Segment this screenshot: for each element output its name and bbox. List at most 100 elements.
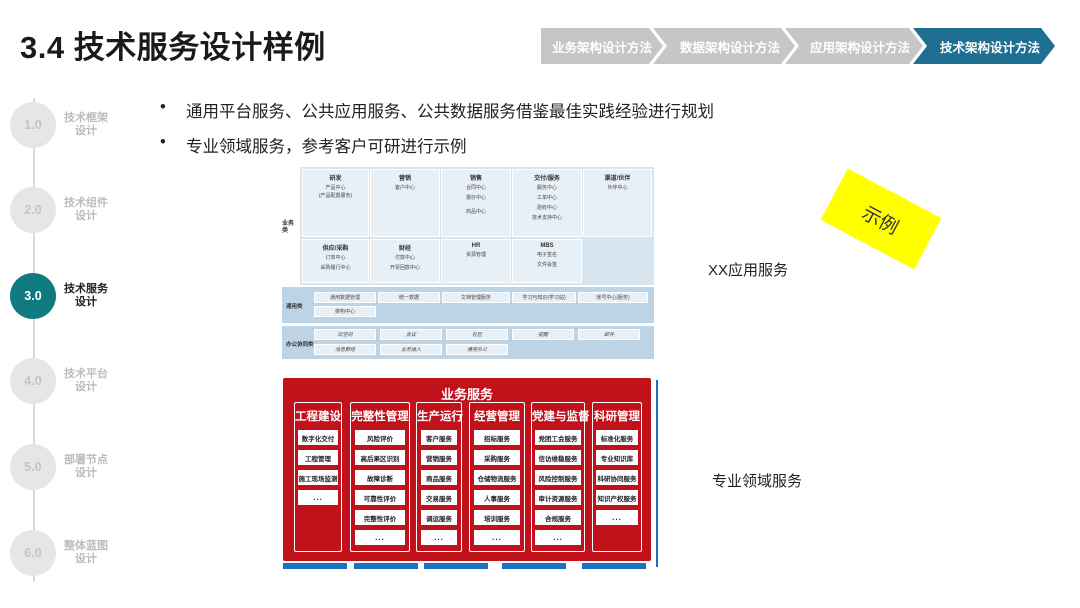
band-item: 消息群组 (314, 344, 376, 355)
service-item[interactable]: 人事服务 (474, 490, 520, 505)
biz-block: 销售 合同中心 报价中心 商品中心 (441, 169, 511, 237)
service-item[interactable]: 交易服务 (421, 490, 457, 505)
step-1[interactable]: 1.0 技术框架设计 (10, 102, 120, 148)
business-services-panel: 业务服务 工程建设 数字化交付 工程管理 施工现场监测 ... 完整性管理 风险… (283, 378, 651, 561)
service-item[interactable]: 招标服务 (474, 430, 520, 445)
service-item[interactable]: 采购服务 (474, 450, 520, 465)
example-sticky-note: 示例 (820, 168, 942, 270)
general-band: 通用类 通用数据管理 统一数据 文档管理服务 学习与知识(学习站) 账号中心(服… (282, 287, 654, 323)
band-item: 会议 (380, 329, 442, 340)
service-item[interactable]: 知识产权服务 (596, 490, 638, 505)
service-item[interactable]: 商品服务 (421, 470, 457, 485)
service-item[interactable]: 客户服务 (421, 430, 457, 445)
service-item[interactable]: 可靠性评价 (355, 490, 405, 505)
step-5[interactable]: 5.0 部署节点设计 (10, 444, 120, 490)
service-item[interactable]: 培训服务 (474, 510, 520, 525)
biz-block: 渠道/伙伴 伙伴中心 (583, 169, 652, 237)
biz-block-title: 营销 (398, 176, 411, 182)
biz-block-title: MBS (540, 243, 554, 249)
page-title: 3.4 技术服务设计样例 (20, 30, 326, 65)
service-item[interactable]: 专业知识库 (596, 450, 638, 465)
bullet-dot: • (160, 133, 166, 151)
step-label: 部署节点设计 (64, 454, 108, 479)
band-item: 提醒 (512, 329, 574, 340)
step-label: 技术组件设计 (64, 197, 108, 222)
step-number: 3.0 (10, 273, 56, 319)
nav-tech-arch[interactable]: 技术架构设计方法 (913, 28, 1055, 64)
service-column-title: 工程建设 (295, 411, 341, 423)
biz-block: 交付/服务 服务中心 工单中心 验收中心 技术支持中心 (512, 169, 582, 237)
step-2[interactable]: 2.0 技术组件设计 (10, 187, 120, 233)
service-item[interactable]: 风险评价 (355, 430, 405, 445)
service-column: 完整性管理 风险评价 高后果区识别 故障诊断 可靠性评价 完整性评价 ... (350, 402, 410, 552)
service-item[interactable]: 调运服务 (421, 510, 457, 525)
bullet-text: 通用平台服务、公共应用服务、公共数据服务借鉴最佳实践经验进行规划 (186, 103, 714, 121)
nav-business-arch[interactable]: 业务架构设计方法 (541, 28, 663, 64)
step-6[interactable]: 6.0 整体蓝图设计 (10, 530, 120, 576)
service-item[interactable]: 完整性评价 (355, 510, 405, 525)
service-item[interactable]: 施工现场监测 (298, 470, 338, 485)
service-item[interactable]: 信访维稳服务 (535, 450, 581, 465)
office-band: 办公协同类 云空间 会议 社区 提醒 邮件 消息群组 业务插入 通用办公 (282, 326, 654, 359)
more-item[interactable]: ... (474, 530, 520, 545)
step-number: 5.0 (10, 444, 56, 490)
more-item[interactable]: ... (298, 490, 338, 505)
biz-category-label: 业务类 (282, 221, 295, 234)
step-4[interactable]: 4.0 技术平台设计 (10, 358, 120, 404)
band-title: 办公协同类 (286, 342, 314, 348)
biz-block-title: 供应/采购 (322, 246, 349, 252)
nav-data-arch[interactable]: 数据架构设计方法 (653, 28, 795, 64)
service-item[interactable]: 工程管理 (298, 450, 338, 465)
sticky-note-text: 示例 (858, 202, 902, 239)
step-sidebar: 1.0 技术框架设计 2.0 技术组件设计 3.0 技术服务设计 4.0 技术平… (0, 96, 120, 586)
band-item: 云空间 (314, 329, 376, 340)
service-item[interactable]: 营销服务 (421, 450, 457, 465)
step-label: 技术框架设计 (64, 112, 108, 137)
service-item[interactable]: 党团工会服务 (535, 430, 581, 445)
service-item[interactable]: 仓储物流服务 (474, 470, 520, 485)
biz-block-item: 资源管理 (465, 252, 486, 258)
biz-block-item: 验收中心 (536, 205, 557, 211)
biz-block-title: HR (471, 243, 481, 249)
biz-block-title: 研发 (329, 176, 342, 182)
more-item[interactable]: ... (596, 510, 638, 525)
service-item[interactable]: 风险控制服务 (535, 470, 581, 485)
biz-block-title: 交付/服务 (534, 176, 560, 182)
service-column-title: 生产运行 (417, 411, 463, 423)
biz-block-item: 开票回款中心 (389, 265, 420, 271)
biz-block: MBS 电子签名 文件会签 (512, 239, 582, 283)
biz-block-item: 电子签名 (536, 252, 557, 258)
biz-block-item: 报价中心 (465, 195, 486, 201)
biz-block-item: 订单中心 (325, 255, 346, 261)
service-item[interactable]: 审计资源服务 (535, 490, 581, 505)
service-item[interactable]: 标准化服务 (596, 430, 638, 445)
biz-block-title: 渠道/伙伴 (604, 176, 631, 182)
service-column-title: 党建与监督 (532, 411, 590, 423)
service-item[interactable]: 数字化交付 (298, 430, 338, 445)
blue-bar (354, 563, 418, 569)
band-item: 通用办公 (446, 344, 508, 355)
blue-divider (656, 380, 658, 567)
business-services-title: 业务服务 (440, 387, 493, 402)
biz-block-item: 客户中心 (394, 185, 415, 191)
service-item[interactable]: 高后果区识别 (355, 450, 405, 465)
step-3[interactable]: 3.0 技术服务设计 (10, 273, 120, 319)
biz-block-item: 技术支持中心 (531, 215, 562, 221)
service-column-title: 经营管理 (474, 411, 520, 423)
biz-block: 财经 付款中心 开票回款中心 (370, 239, 440, 283)
app-services-label: XX应用服务 (708, 262, 789, 279)
more-item[interactable]: ... (535, 530, 581, 545)
biz-category-grid: 研发 产品中心 (产品配置服务) 营销 客户中心 销售 合同中心 报价中心 商品… (300, 167, 654, 285)
service-item[interactable]: 合规服务 (535, 510, 581, 525)
more-item[interactable]: ... (421, 530, 457, 545)
step-label: 技术服务设计 (64, 283, 108, 308)
more-item[interactable]: ... (355, 530, 405, 545)
service-item[interactable]: 科研协同服务 (596, 470, 638, 485)
service-column: 党建与监督 党团工会服务 信访维稳服务 风险控制服务 审计资源服务 合规服务 .… (531, 402, 590, 552)
biz-block: HR 资源管理 (441, 239, 511, 283)
nav-app-arch[interactable]: 应用架构设计方法 (785, 28, 923, 64)
step-label: 技术平台设计 (64, 368, 108, 393)
service-column: 经营管理 招标服务 采购服务 仓储物流服务 人事服务 培训服务 ... (469, 402, 525, 552)
method-nav: 业务架构设计方法 数据架构设计方法 应用架构设计方法 技术架构设计方法 (541, 28, 1045, 64)
service-item[interactable]: 故障诊断 (355, 470, 405, 485)
